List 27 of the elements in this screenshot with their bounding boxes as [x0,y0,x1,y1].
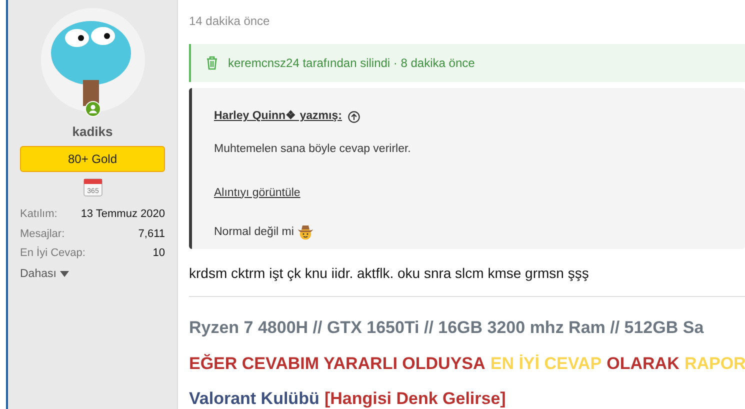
arrow-up-icon[interactable] [348,110,360,123]
stat-label: Mesajlar: [20,226,65,242]
quote-text: Muhtemelen sana böyle cevap verirler. [214,142,412,158]
signature-text: EĞER CEVABIM YARARLI OLDUYSA [189,354,486,372]
avatar-image[interactable] [40,8,144,112]
signature-text: EN İYİ CEVAP [490,354,602,372]
quote-text: Normal değil mi [214,224,294,240]
signature-text: Valorant Kulübü [189,389,320,408]
user-rank-badge: 80+ Gold [20,146,165,172]
trash-icon [206,56,218,70]
more-link[interactable]: Dahası [20,266,69,283]
expand-quote-link[interactable]: Alıntıyı görüntüle [214,184,300,202]
post-text: krdsm cktrm işt çk knu iidr. aktflk. oku snra slcm kmse grmsn şşş [189,263,745,297]
caret-icon [60,270,69,277]
signature-text: [Hangisi Denk Gelirse] [324,389,506,408]
username[interactable]: kadiks [72,122,113,142]
post-time: 14 dakika önce [189,13,271,30]
stat-value: 7,611 [138,226,165,242]
stat-label: Katılım: [20,207,58,222]
signature-text: Ryzen 7 4800H // GTX 1650Ti // 16GB 3200 mhz Ram // 512GB Sa [189,318,704,337]
signature-text: OLARAK [606,354,680,372]
stat-value: 13 Temmuz 2020 [80,207,165,222]
stat-label: En İyi Cevap: [20,246,86,262]
cowboy-face-icon [297,224,314,240]
quote-author-link[interactable]: Harley Quinn❖ yazmış: [214,108,342,126]
deleted-notice-text: keremcnsz24 tarafından silindi · 8 dakika önce [228,55,475,72]
stat-value: 10 [152,246,165,262]
